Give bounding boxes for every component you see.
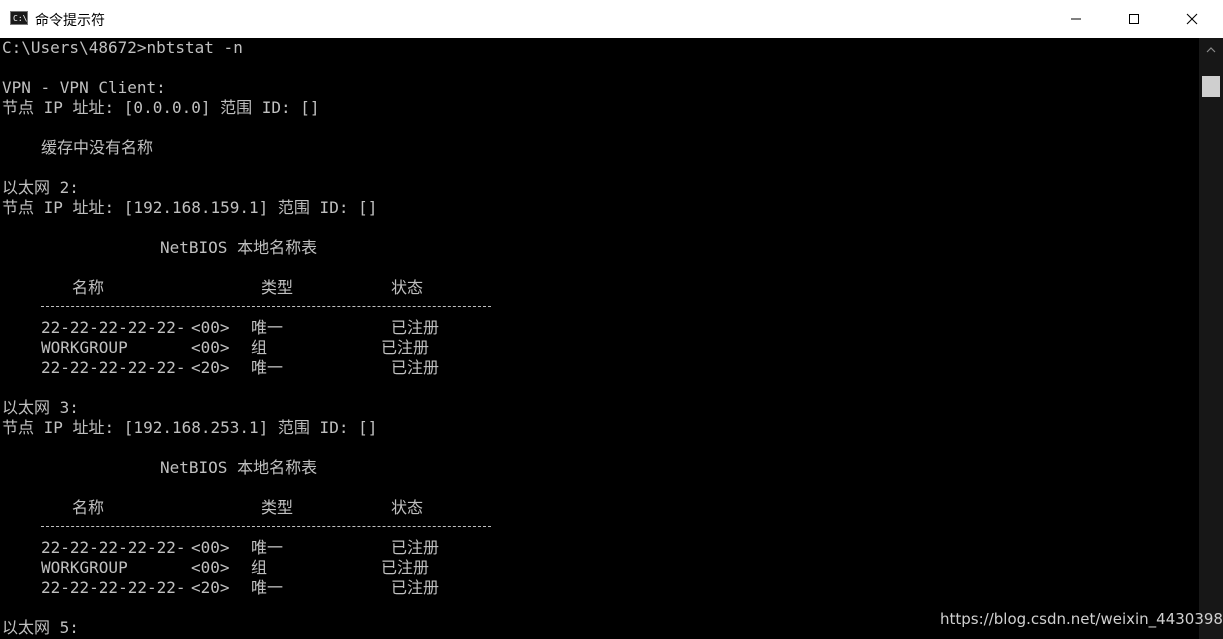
- row-name: WORKGROUP: [41, 558, 128, 577]
- row-name: 22-22-22-22-22-: [41, 538, 186, 557]
- row-type: 唯一: [251, 538, 284, 557]
- vpn-node-line: 节点 IP 址址: [0.0.0.0] 范围 ID: []: [2, 98, 320, 117]
- table-title: NetBIOS 本地名称表: [160, 458, 318, 477]
- row-code: <00>: [191, 318, 230, 337]
- adapter-header: 以太网 3:: [2, 398, 79, 417]
- row-code: <00>: [191, 558, 230, 577]
- title-bar[interactable]: C:\ 命令提示符: [0, 0, 1223, 39]
- row-name: 22-22-22-22-22-: [41, 318, 186, 337]
- row-code: <20>: [191, 358, 230, 377]
- prompt-line: C:\Users\48672>nbtstat -n: [2, 38, 243, 57]
- maximize-icon: [1129, 14, 1139, 24]
- close-button[interactable]: [1163, 0, 1221, 38]
- close-icon: [1186, 13, 1198, 25]
- maximize-button[interactable]: [1105, 0, 1163, 38]
- row-status: 已注册: [381, 558, 430, 577]
- row-name: 22-22-22-22-22-: [41, 578, 186, 597]
- table-divider: [41, 526, 491, 528]
- adapter-node-line: 节点 IP 址址: [192.168.159.1] 范围 ID: []: [2, 198, 378, 217]
- row-code: <20>: [191, 578, 230, 597]
- column-header-type: 类型: [261, 278, 294, 297]
- row-status: 已注册: [391, 358, 440, 377]
- row-code: <00>: [191, 538, 230, 557]
- vertical-scrollbar[interactable]: [1199, 38, 1223, 639]
- row-type: 唯一: [251, 358, 284, 377]
- row-name: 22-22-22-22-22-: [41, 358, 186, 377]
- chevron-up-icon: [1206, 47, 1216, 53]
- minimize-button[interactable]: [1047, 0, 1105, 38]
- column-header-name: 名称: [72, 278, 105, 297]
- row-type: 唯一: [251, 578, 284, 597]
- scroll-thumb[interactable]: [1202, 76, 1220, 97]
- scroll-up-button[interactable]: [1199, 38, 1223, 62]
- row-status: 已注册: [391, 318, 440, 337]
- console-output[interactable]: C:\Users\48672>nbtstat -n VPN - VPN Clie…: [0, 38, 1199, 639]
- row-type: 组: [251, 558, 268, 577]
- row-code: <00>: [191, 338, 230, 357]
- cmd-app-icon[interactable]: C:\: [10, 11, 28, 25]
- table-title: NetBIOS 本地名称表: [160, 238, 318, 257]
- row-status: 已注册: [381, 338, 430, 357]
- minimize-icon: [1071, 18, 1081, 20]
- vpn-header: VPN - VPN Client:: [2, 78, 166, 97]
- adapter-header: 以太网 5:: [2, 618, 79, 637]
- row-type: 唯一: [251, 318, 284, 337]
- column-header-status: 状态: [391, 498, 424, 517]
- adapter-node-line: 节点 IP 址址: [192.168.253.1] 范围 ID: []: [2, 418, 378, 437]
- row-status: 已注册: [391, 538, 440, 557]
- row-name: WORKGROUP: [41, 338, 128, 357]
- column-header-type: 类型: [261, 498, 294, 517]
- row-type: 组: [251, 338, 268, 357]
- vpn-empty-cache: 缓存中没有名称: [41, 138, 154, 157]
- watermark-text: https://blog.csdn.net/weixin_44303986: [940, 610, 1223, 628]
- window-title: 命令提示符: [35, 13, 105, 29]
- column-header-name: 名称: [72, 498, 105, 517]
- column-header-status: 状态: [391, 278, 424, 297]
- table-divider: [41, 306, 491, 308]
- adapter-header: 以太网 2:: [2, 178, 79, 197]
- row-status: 已注册: [391, 578, 440, 597]
